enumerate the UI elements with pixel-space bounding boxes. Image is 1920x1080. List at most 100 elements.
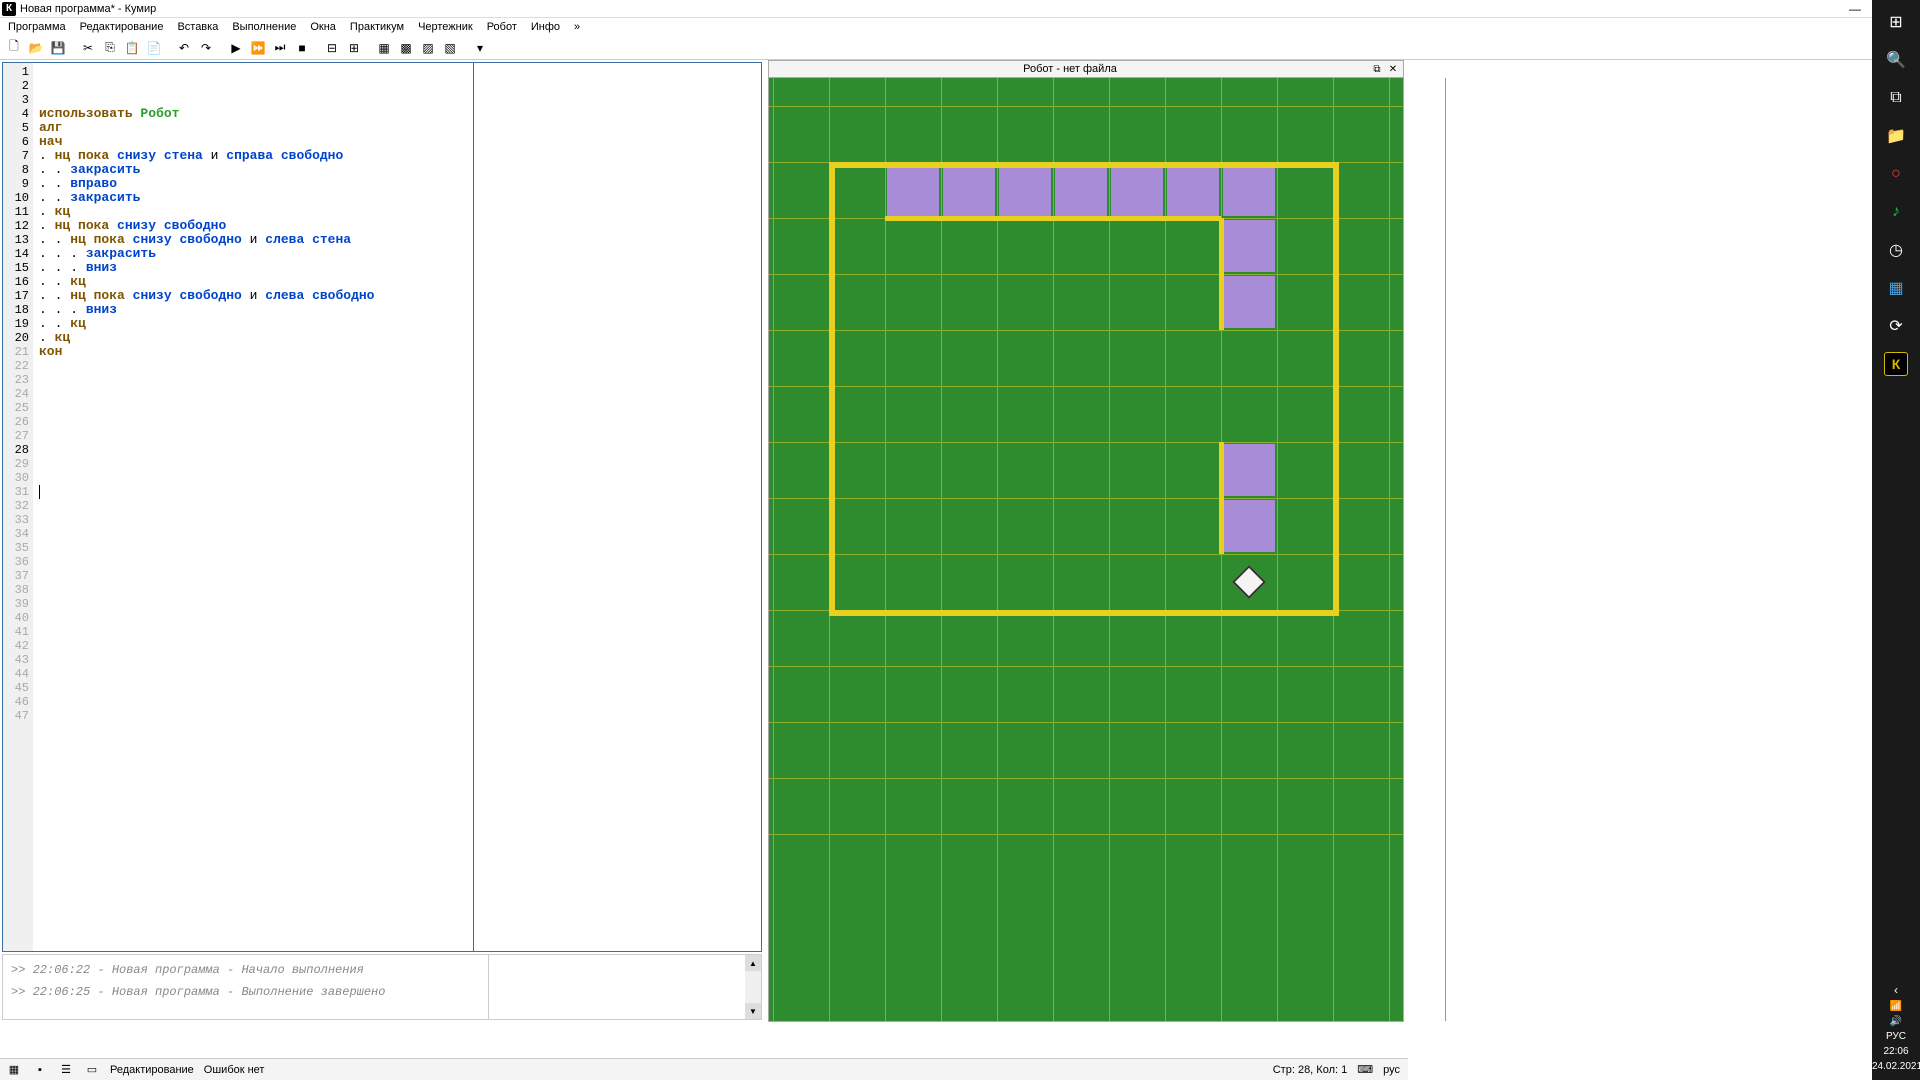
code-line[interactable] xyxy=(39,485,755,499)
toolbar-grid2-button[interactable]: ⊞ xyxy=(344,38,364,58)
code-line[interactable] xyxy=(39,555,755,569)
code-line[interactable] xyxy=(39,597,755,611)
code-line[interactable] xyxy=(39,373,755,387)
code-line[interactable]: кон xyxy=(39,345,755,359)
toolbar-win4-button[interactable]: ▧ xyxy=(440,38,460,58)
code-line[interactable]: . . закрасить xyxy=(39,163,755,177)
menu-инфо[interactable]: Инфо xyxy=(525,20,566,34)
tray-date[interactable]: 24.02.2021 xyxy=(1872,1059,1920,1074)
code-line[interactable] xyxy=(39,499,755,513)
code-line[interactable] xyxy=(39,387,755,401)
code-line[interactable]: . кц xyxy=(39,205,755,219)
code-line[interactable] xyxy=(39,359,755,373)
toolbar-more-button[interactable]: ▾ xyxy=(470,38,490,58)
code-line[interactable] xyxy=(39,569,755,583)
code-line[interactable] xyxy=(39,415,755,429)
toolbar-undo-button[interactable]: ↶ xyxy=(174,38,194,58)
menu-чертежник[interactable]: Чертежник xyxy=(412,20,479,34)
status-icon-3[interactable]: ☰ xyxy=(58,1062,74,1078)
code-line[interactable]: . кц xyxy=(39,331,755,345)
code-line[interactable]: . . . закрасить xyxy=(39,247,755,261)
menu-окна[interactable]: Окна xyxy=(304,20,342,34)
toolbar-step-button[interactable]: ⏭ xyxy=(270,38,290,58)
code-line[interactable] xyxy=(39,695,755,709)
toolbar-save-button[interactable]: 💾 xyxy=(48,38,68,58)
tray-sound-icon[interactable]: 🔊 xyxy=(1872,1014,1920,1029)
code-line[interactable]: использовать Робот xyxy=(39,107,755,121)
menu-робот[interactable]: Робот xyxy=(481,20,523,34)
robot-close-button[interactable]: ✕ xyxy=(1385,62,1401,76)
code-line[interactable] xyxy=(39,429,755,443)
status-icon-4[interactable]: ▭ xyxy=(84,1062,100,1078)
code-line[interactable] xyxy=(39,513,755,527)
taskbar-clock-icon[interactable]: ◷ xyxy=(1876,232,1916,268)
toolbar-paste-button[interactable]: 📋 xyxy=(122,38,142,58)
code-line[interactable] xyxy=(39,639,755,653)
taskbar-calc-icon[interactable]: ▦ xyxy=(1876,270,1916,306)
taskbar-steam-icon[interactable]: ⟳ xyxy=(1876,308,1916,344)
toolbar-play-fast-button[interactable]: ⏩ xyxy=(248,38,268,58)
code-line[interactable] xyxy=(39,723,755,737)
code-line[interactable] xyxy=(39,737,755,751)
code-line[interactable] xyxy=(39,457,755,471)
code-line[interactable]: . . нц пока снизу свободно и слева свобо… xyxy=(39,289,755,303)
code-line[interactable] xyxy=(39,527,755,541)
toolbar-redo-button[interactable]: ↷ xyxy=(196,38,216,58)
code-line[interactable]: . нц пока снизу стена и справа свободно xyxy=(39,149,755,163)
console-scrollbar[interactable]: ▲ ▼ xyxy=(745,955,761,1019)
status-icon-2[interactable]: ▪ xyxy=(32,1062,48,1078)
code-line[interactable]: . . вправо xyxy=(39,177,755,191)
code-line[interactable] xyxy=(39,667,755,681)
menu-вставка[interactable]: Вставка xyxy=(171,20,224,34)
taskbar-opera-icon[interactable]: ○ xyxy=(1876,156,1916,192)
menu-редактирование[interactable]: Редактирование xyxy=(74,20,170,34)
code-line[interactable]: . . кц xyxy=(39,317,755,331)
toolbar-win3-button[interactable]: ▨ xyxy=(418,38,438,58)
robot-field[interactable] xyxy=(768,78,1404,1022)
code-line[interactable]: . . . вниз xyxy=(39,303,755,317)
taskbar-search-icon[interactable]: 🔍 xyxy=(1876,42,1916,78)
toolbar-open-button[interactable]: 📂 xyxy=(26,38,46,58)
code-line[interactable] xyxy=(39,611,755,625)
code-line[interactable]: . . . вниз xyxy=(39,261,755,275)
code-line[interactable]: . . нц пока снизу свободно и слева стена xyxy=(39,233,755,247)
minimize-button[interactable]: — xyxy=(1842,0,1868,18)
code-line[interactable]: алг xyxy=(39,121,755,135)
code-line[interactable] xyxy=(39,583,755,597)
menu-»[interactable]: » xyxy=(568,20,586,34)
code-text[interactable]: использовать Роботалгнач. нц пока снизу … xyxy=(33,63,761,951)
code-line[interactable] xyxy=(39,471,755,485)
code-line[interactable] xyxy=(39,751,755,765)
code-line[interactable] xyxy=(39,401,755,415)
toolbar-paste-special-button[interactable]: 📄 xyxy=(144,38,164,58)
taskbar-taskview-icon[interactable]: ⧉ xyxy=(1876,80,1916,116)
toolbar-copy-button[interactable]: ⎘ xyxy=(100,38,120,58)
toolbar-win1-button[interactable]: ▦ xyxy=(374,38,394,58)
toolbar-new-button[interactable]: 🗋 xyxy=(4,38,24,58)
menu-практикум[interactable]: Практикум xyxy=(344,20,410,34)
code-line[interactable] xyxy=(39,653,755,667)
code-line[interactable]: . нц пока снизу свободно xyxy=(39,219,755,233)
tray-time[interactable]: 22:06 xyxy=(1872,1044,1920,1059)
tray-chevron[interactable]: ‹ xyxy=(1872,981,1920,999)
status-icon-1[interactable]: ▦ xyxy=(6,1062,22,1078)
taskbar-spotify-icon[interactable]: ♪ xyxy=(1876,194,1916,230)
tray-lang[interactable]: РУС xyxy=(1872,1029,1920,1044)
robot-dock-button[interactable]: ⧉ xyxy=(1369,62,1385,76)
taskbar-kumir-icon[interactable]: К xyxy=(1884,352,1908,376)
code-line[interactable]: нач xyxy=(39,135,755,149)
toolbar-win2-button[interactable]: ▩ xyxy=(396,38,416,58)
taskbar-start-icon[interactable]: ⊞ xyxy=(1876,4,1916,40)
code-line[interactable] xyxy=(39,625,755,639)
code-line[interactable] xyxy=(39,681,755,695)
code-editor[interactable]: 1234567891011121314151617181920212223242… xyxy=(2,62,762,952)
toolbar-grid1-button[interactable]: ⊟ xyxy=(322,38,342,58)
taskbar-explorer-icon[interactable]: 📁 xyxy=(1876,118,1916,154)
tray-wifi-icon[interactable]: 📶 xyxy=(1872,999,1920,1014)
toolbar-cut-button[interactable]: ✂ xyxy=(78,38,98,58)
code-line[interactable] xyxy=(39,541,755,555)
code-line[interactable]: . . закрасить xyxy=(39,191,755,205)
menu-программа[interactable]: Программа xyxy=(2,20,72,34)
code-line[interactable] xyxy=(39,709,755,723)
toolbar-stop-button[interactable]: ■ xyxy=(292,38,312,58)
